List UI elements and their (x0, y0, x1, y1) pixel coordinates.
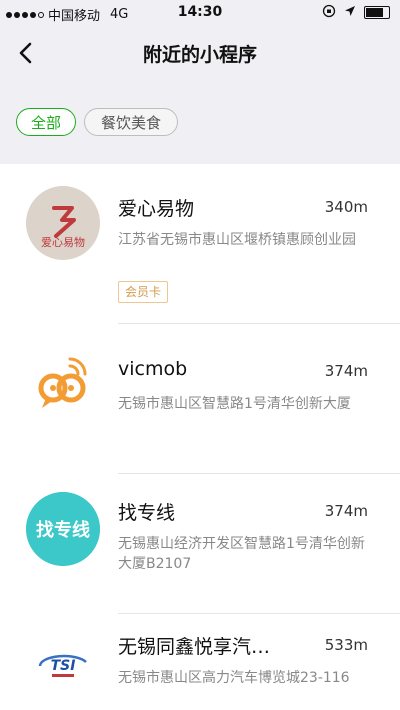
list-item[interactable]: TSI 无锡同鑫悦享汽… 533m 无锡市惠山区高力汽车博览城23-116 (0, 614, 400, 710)
filter-chip-all[interactable]: 全部 (16, 108, 76, 136)
status-right (322, 4, 390, 21)
item-distance: 533m (324, 636, 368, 654)
item-address: 无锡市惠山区高力汽车博览城23-116 (118, 670, 350, 686)
item-distance: 374m (324, 502, 368, 520)
battery-icon (364, 6, 390, 19)
zhuanxian-logo-icon: 找专线 (26, 492, 100, 566)
filter-bar: 全部 餐饮美食 (0, 82, 400, 164)
member-card-badge: 会员卡 (118, 281, 169, 303)
svg-text:TSI: TSI (51, 658, 76, 674)
svg-text:找专线: 找专线 (36, 519, 90, 541)
svg-text:爱心易物: 爱心易物 (41, 235, 85, 249)
filter-chip-food[interactable]: 餐饮美食 (84, 108, 178, 136)
item-name: 爱心易物 (118, 198, 195, 220)
avatar-zhuanxian: 找专线 (26, 492, 100, 566)
list-item[interactable]: 找专线 找专线 374m 无锡惠山经济开发区智慧路1号清华创新大厦B2107 (0, 474, 400, 614)
status-bar: 中国移动 4G 14:30 (0, 0, 400, 26)
list-item[interactable]: 爱心易物 爱心易物 340m 江苏省无锡市惠山区堰桥镇惠顾创业园 会员卡 (0, 164, 400, 324)
avatar-aixin: 爱心易物 (26, 186, 100, 260)
rotation-lock-icon (322, 4, 336, 21)
tsi-logo-icon: TSI (26, 628, 100, 702)
vicmob-logo-icon (26, 346, 100, 420)
avatar-vicmob (26, 346, 100, 420)
location-icon (344, 5, 356, 20)
item-distance: 340m (324, 198, 368, 216)
item-address: 江苏省无锡市惠山区堰桥镇惠顾创业园 (118, 232, 356, 248)
nav-bar: 附近的小程序 (0, 26, 400, 82)
item-address: 无锡惠山经济开发区智慧路1号清华创新大厦B2107 (118, 536, 365, 572)
item-name: 无锡同鑫悦享汽… (118, 636, 271, 658)
item-address: 无锡市惠山区智慧路1号清华创新大厦 (118, 396, 351, 412)
list-item[interactable]: vicmob 374m 无锡市惠山区智慧路1号清华创新大厦 (0, 324, 400, 474)
aixin-logo-icon: 爱心易物 (26, 186, 100, 260)
avatar-tongxin: TSI (26, 628, 100, 702)
item-distance: 374m (324, 362, 368, 380)
item-name: 找专线 (118, 502, 176, 524)
item-name: vicmob (118, 358, 188, 380)
page-title: 附近的小程序 (142, 44, 257, 66)
